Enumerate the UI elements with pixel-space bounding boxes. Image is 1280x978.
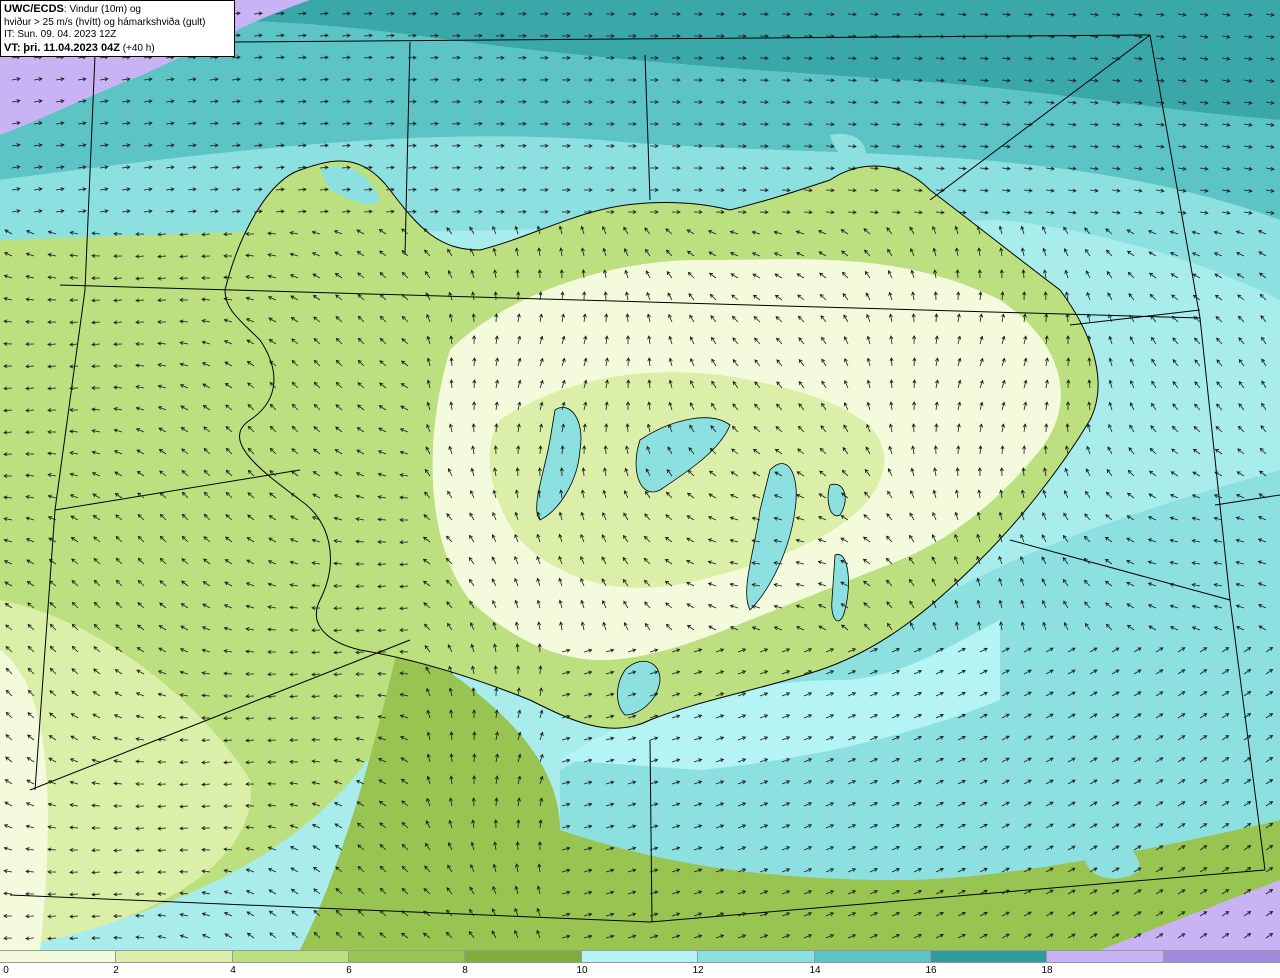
legend-tick-label: 10	[576, 965, 588, 976]
legend-bar	[0, 950, 1280, 963]
info-subtitle: hviður > 25 m/s (hvítt) og hámarkshviða …	[4, 16, 206, 28]
legend-swatch	[581, 951, 699, 962]
legend-swatch	[465, 951, 582, 962]
lead-time: (+40 h)	[122, 42, 155, 54]
legend-swatch	[698, 951, 815, 962]
valid-time-row: VT: þri. 11.04.2023 04Z (+40 h)	[4, 42, 231, 56]
legend-swatch	[349, 951, 466, 962]
legend-tick-label: 2	[113, 965, 119, 976]
wind-map-canvas	[0, 0, 1280, 950]
legend-swatch	[814, 951, 931, 962]
model-name: UWC/ECDS	[4, 3, 64, 15]
color-legend: 0 2 4 6 8 10 12 14 16 18	[0, 950, 1280, 978]
valid-time-label: VT:	[4, 41, 21, 54]
legend-swatch	[930, 951, 1048, 962]
glacier-snaefells	[827, 483, 846, 517]
legend-tick-label: 4	[230, 965, 236, 976]
legend-swatch	[1163, 951, 1280, 962]
legend-swatch	[232, 951, 350, 962]
legend-tick-label: 18	[1041, 965, 1053, 976]
legend-swatch	[116, 951, 233, 962]
valid-time-value: þri. 11.04.2023 04Z	[23, 41, 120, 54]
variable-name: : Vindur (10m) og	[63, 4, 141, 15]
map-info-box: UWC/ECDS: Vindur (10m) og hviður > 25 m/…	[0, 0, 235, 57]
legend-tick-label: 14	[809, 965, 821, 976]
legend-tick-label: 16	[925, 965, 937, 976]
legend-tick-label: 8	[462, 965, 468, 976]
wind-map: UWC/ECDS: Vindur (10m) og hviður > 25 m/…	[0, 0, 1280, 950]
info-title-row: UWC/ECDS: Vindur (10m) og	[4, 3, 231, 17]
legend-swatch	[1047, 951, 1164, 962]
legend-tick-label: 0	[3, 965, 9, 976]
init-time: IT: Sun. 09. 04. 2023 12Z	[4, 29, 117, 40]
legend-swatch	[0, 951, 117, 962]
legend-tick-label: 6	[346, 965, 352, 976]
legend-tick-label: 12	[692, 965, 704, 976]
